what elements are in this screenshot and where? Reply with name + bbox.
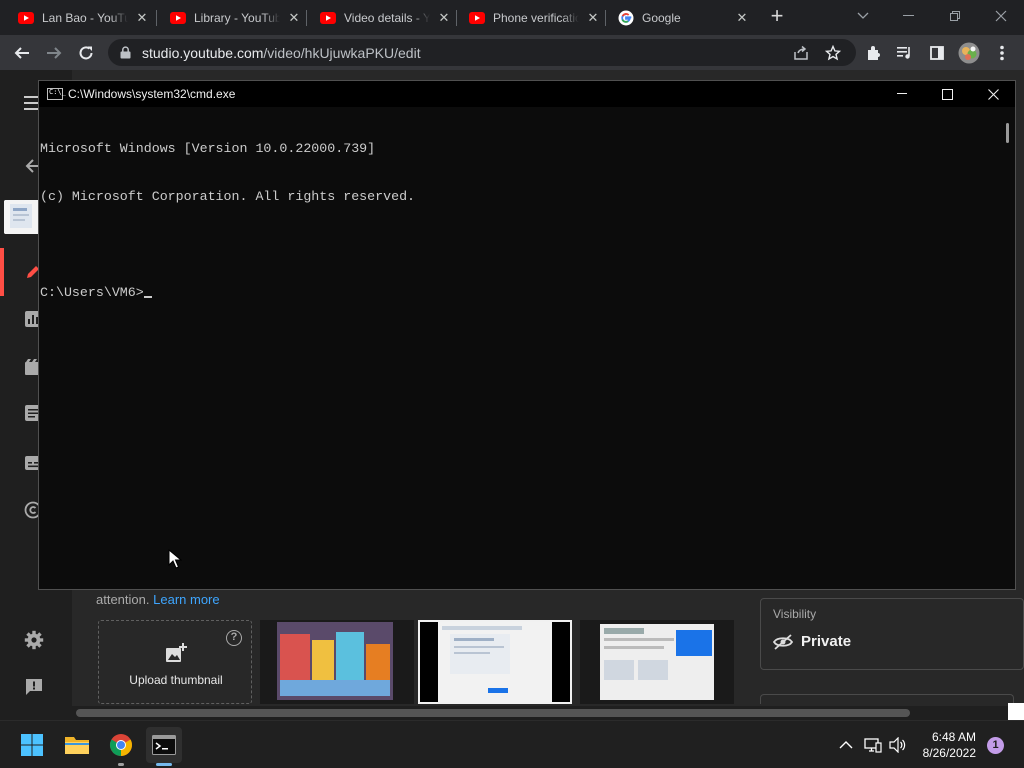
- help-icon[interactable]: ?: [226, 630, 242, 646]
- feedback-icon[interactable]: [24, 677, 44, 697]
- network-icon[interactable]: [863, 735, 883, 755]
- share-icon[interactable]: [792, 44, 810, 62]
- side-panel-icon[interactable]: [924, 40, 950, 66]
- console-prompt: C:\Users\VM6>: [40, 285, 144, 300]
- visibility-dropdown[interactable]: Visibility Private: [760, 598, 1024, 670]
- terminal-icon[interactable]: [146, 727, 182, 763]
- tab-search-chevron-icon[interactable]: [840, 0, 886, 32]
- window-close-icon[interactable]: [978, 0, 1024, 32]
- close-icon[interactable]: ✕: [734, 10, 750, 26]
- tab-library[interactable]: Library - YouTube ✕: [152, 0, 308, 35]
- cmd-window-title: C:\Windows\system32\cmd.exe: [68, 87, 236, 101]
- notification-badge[interactable]: 1: [987, 737, 1004, 754]
- new-tab-plus-icon[interactable]: +: [766, 5, 788, 28]
- close-icon[interactable]: ✕: [436, 10, 452, 26]
- corner-square: [1008, 703, 1024, 720]
- text-cursor: [143, 296, 152, 298]
- console-scrollbar[interactable]: [1001, 109, 1015, 589]
- running-indicator: [118, 763, 124, 766]
- lock-icon: [120, 46, 131, 64]
- active-app-indicator: [156, 763, 172, 766]
- add-image-icon: [165, 643, 187, 668]
- tab-label: Phone verification: [493, 10, 579, 25]
- cmd-window[interactable]: C:\_ C:\Windows\system32\cmd.exe Microso…: [38, 80, 1016, 590]
- start-windows-icon[interactable]: [14, 727, 50, 763]
- forward-arrow-icon[interactable]: [41, 40, 67, 66]
- chevron-up-icon[interactable]: [836, 735, 856, 755]
- cmd-icon-text: C:\_: [49, 88, 66, 96]
- url-text: studio.youtube.com/video/hkUjuwkaPKU/edi…: [142, 45, 421, 61]
- learn-more-link[interactable]: Learn more: [153, 592, 219, 607]
- mouse-pointer-icon: [168, 548, 183, 574]
- restore-icon[interactable]: [932, 0, 978, 32]
- url-path: /video/hkUjuwkaPKU/edit: [263, 45, 421, 61]
- tab-label: Library - YouTube: [194, 10, 280, 25]
- console-output[interactable]: Microsoft Windows [Version 10.0.22000.73…: [39, 109, 1001, 589]
- thumbnail-option-2-selected[interactable]: [418, 620, 572, 704]
- close-icon[interactable]: ✕: [134, 10, 150, 26]
- youtube-icon: [18, 10, 34, 26]
- url-host: studio.youtube.com: [142, 45, 264, 61]
- tab-phone-verification[interactable]: Phone verification ✕: [451, 0, 607, 35]
- console-prompt-line[interactable]: C:\Users\VM6>: [40, 285, 1001, 301]
- volume-icon[interactable]: [888, 735, 908, 755]
- chrome-icon[interactable]: [103, 727, 139, 763]
- console-line: Microsoft Windows [Version 10.0.22000.73…: [40, 141, 376, 156]
- tab-google[interactable]: Google ✕: [600, 0, 756, 35]
- windows-taskbar: 6:48 AM 8/26/2022 1: [0, 720, 1024, 768]
- horizontal-scrollbar[interactable]: [72, 706, 1024, 720]
- back-arrow-icon[interactable]: [9, 40, 35, 66]
- attention-text: attention. Learn more: [96, 592, 220, 607]
- minimize-icon[interactable]: [886, 0, 932, 32]
- tab-video-details[interactable]: Video details - YouTube Studio ✕: [302, 0, 458, 35]
- attention-label: attention.: [96, 592, 150, 607]
- close-icon[interactable]: [970, 81, 1016, 107]
- thumbnail-option-3[interactable]: [580, 620, 734, 704]
- maximize-icon[interactable]: [924, 81, 970, 107]
- console-line: (c) Microsoft Corporation. All rights re…: [40, 189, 416, 204]
- settings-gear-icon[interactable]: [24, 630, 44, 650]
- clock-date: 8/26/2022: [922, 746, 976, 760]
- upload-thumbnail-label: Upload thumbnail: [129, 673, 223, 687]
- thumbnail-option-1[interactable]: [260, 620, 414, 704]
- scrollbar-thumb[interactable]: [1006, 123, 1009, 143]
- youtube-icon: [320, 10, 336, 26]
- tab-label: Google: [642, 10, 681, 25]
- browser-toolbar: studio.youtube.com/video/hkUjuwkaPKU/edi…: [0, 35, 1024, 70]
- reload-icon[interactable]: [73, 40, 99, 66]
- file-explorer-icon[interactable]: [59, 727, 95, 763]
- bookmark-star-icon[interactable]: [824, 44, 842, 62]
- extensions-puzzle-icon[interactable]: [861, 40, 887, 66]
- tab-label: Video details - YouTube Studio: [344, 10, 430, 25]
- profile-avatar[interactable]: [956, 40, 982, 66]
- close-icon[interactable]: ✕: [585, 10, 601, 26]
- screen: Lan Bao - YouTube ✕ Library - YouTube ✕ …: [0, 0, 1024, 768]
- address-bar[interactable]: studio.youtube.com/video/hkUjuwkaPKU/edi…: [108, 39, 856, 66]
- tab-lan-bao[interactable]: Lan Bao - YouTube ✕: [0, 0, 156, 35]
- eye-off-icon: [772, 634, 794, 655]
- cmd-title-bar[interactable]: C:\_ C:\Windows\system32\cmd.exe: [39, 81, 1015, 107]
- chrome-menu-icon[interactable]: [989, 40, 1015, 66]
- restrictions-box: [760, 694, 1014, 704]
- active-nav-indicator: [0, 248, 4, 296]
- visibility-value: Private: [801, 633, 852, 650]
- google-icon: [618, 10, 634, 26]
- tab-label: Lan Bao - YouTube: [42, 10, 128, 25]
- close-icon[interactable]: ✕: [286, 10, 302, 26]
- browser-tab-strip: Lan Bao - YouTube ✕ Library - YouTube ✕ …: [0, 0, 1024, 35]
- media-queue-icon[interactable]: [892, 40, 918, 66]
- clock-time: 6:48 AM: [931, 730, 976, 744]
- visibility-label: Visibility: [773, 607, 817, 621]
- taskbar-clock[interactable]: 6:48 AM 8/26/2022: [906, 729, 976, 761]
- youtube-icon: [170, 10, 186, 26]
- youtube-icon: [469, 10, 485, 26]
- cmd-icon: C:\_: [47, 88, 66, 100]
- minimize-icon[interactable]: [879, 81, 925, 107]
- scrollbar-thumb[interactable]: [76, 709, 910, 717]
